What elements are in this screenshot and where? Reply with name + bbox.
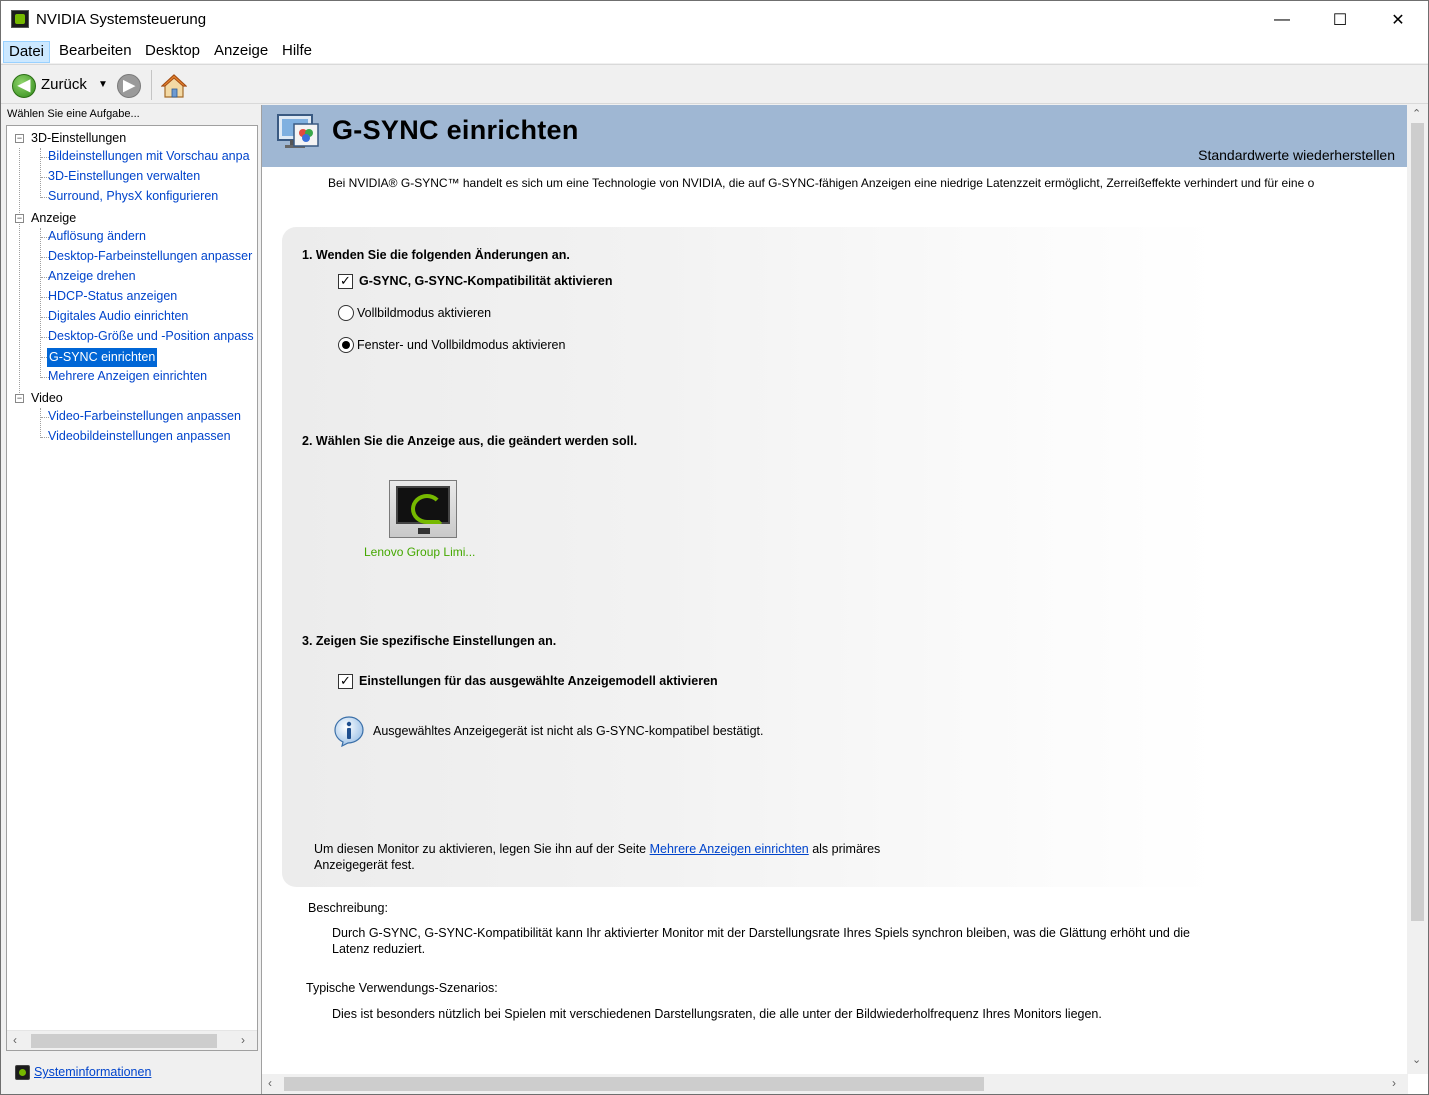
- step2-heading: 2. Wählen Sie die Anzeige aus, die geänd…: [302, 434, 638, 448]
- content-panel: G-SYNC einrichten Standardwerte wiederhe…: [261, 105, 1428, 1094]
- page-title: G-SYNC einrichten: [332, 115, 579, 145]
- collapse-icon[interactable]: −: [15, 214, 24, 223]
- fullscreen-radio-label[interactable]: Vollbildmodus aktivieren: [357, 306, 491, 320]
- collapse-icon[interactable]: −: [15, 394, 24, 403]
- scroll-right-icon[interactable]: ›: [1392, 1076, 1396, 1090]
- scrollbar-thumb[interactable]: [31, 1034, 217, 1048]
- scroll-down-icon[interactable]: ⌄: [1412, 1053, 1421, 1066]
- scroll-up-icon[interactable]: ⌃: [1412, 107, 1421, 120]
- step1-heading: 1. Wenden Sie die folgenden Änderungen a…: [302, 248, 570, 262]
- nvidia-monitor-icon: [396, 486, 450, 524]
- tree-item-digital-audio[interactable]: Digitales Audio einrichten: [48, 309, 188, 323]
- scroll-left-icon[interactable]: ‹: [13, 1033, 17, 1047]
- back-dropdown-icon[interactable]: ▼: [98, 79, 108, 90]
- description-body: Durch G-SYNC, G-SYNC-Kompatibilität kann…: [332, 926, 1191, 956]
- tree-item-desktop-color[interactable]: Desktop-Farbeinstellungen anpasser: [48, 249, 252, 263]
- windowed-fullscreen-radio-label[interactable]: Fenster- und Vollbildmodus aktivieren: [357, 338, 565, 352]
- menu-bar: Datei Bearbeiten Desktop Anzeige Hilfe: [1, 39, 1428, 63]
- menu-view[interactable]: Anzeige: [209, 41, 273, 63]
- toolbar: ◀ Zurück ▼ ▶: [1, 64, 1428, 104]
- task-tree: − 3D-Einstellungen Bildeinstellungen mit…: [6, 125, 258, 1051]
- home-icon[interactable]: [161, 73, 187, 99]
- scrollbar-thumb[interactable]: [284, 1077, 984, 1091]
- note-prefix: Um diesen Monitor zu aktivieren, legen S…: [314, 842, 650, 856]
- title-bar: NVIDIA Systemsteuerung — ☐ ✕: [1, 1, 1428, 39]
- nvidia-app-icon: [11, 10, 29, 28]
- close-button[interactable]: ✕: [1369, 1, 1427, 39]
- tree-category-video[interactable]: Video: [31, 391, 63, 405]
- usage-heading: Typische Verwendungs-Szenarios:: [306, 981, 498, 995]
- restore-defaults-link[interactable]: Standardwerte wiederherstellen: [1198, 147, 1395, 163]
- usage-body: Dies ist besonders nützlich bei Spielen …: [332, 1007, 1102, 1021]
- task-panel-label: Wählen Sie eine Aufgabe...: [7, 108, 140, 120]
- scrollbar-thumb[interactable]: [1411, 123, 1424, 921]
- toolbar-separator: [151, 70, 152, 100]
- multi-display-link[interactable]: Mehrere Anzeigen einrichten: [650, 842, 809, 856]
- tree-item-hdcp[interactable]: HDCP-Status anzeigen: [48, 289, 177, 303]
- system-info-link[interactable]: Systeminformationen: [34, 1065, 151, 1079]
- tree-item-video-image[interactable]: Videobildeinstellungen anpassen: [48, 429, 231, 443]
- tree-item-rotate[interactable]: Anzeige drehen: [48, 269, 136, 283]
- tree-item-image-preview[interactable]: Bildeinstellungen mit Vorschau anpa: [48, 149, 250, 163]
- tree-horizontal-scrollbar[interactable]: ‹ ›: [7, 1030, 257, 1050]
- tree-item-desktop-size[interactable]: Desktop-Größe und -Position anpass: [48, 329, 254, 343]
- menu-edit[interactable]: Bearbeiten: [54, 41, 137, 63]
- scroll-right-icon[interactable]: ›: [241, 1033, 245, 1047]
- tree-category-display[interactable]: Anzeige: [31, 211, 76, 225]
- menu-desktop[interactable]: Desktop: [140, 41, 205, 63]
- gsync-enable-label[interactable]: G-SYNC, G-SYNC-Kompatibilität aktivieren: [359, 274, 613, 288]
- tree-category-3d[interactable]: 3D-Einstellungen: [31, 131, 126, 145]
- app-window: NVIDIA Systemsteuerung — ☐ ✕ Datei Bearb…: [0, 0, 1429, 1095]
- window-title: NVIDIA Systemsteuerung: [36, 11, 207, 28]
- fullscreen-radio[interactable]: [338, 305, 354, 321]
- primary-display-note: Um diesen Monitor zu aktivieren, legen S…: [314, 841, 914, 873]
- forward-arrow-icon[interactable]: ▶: [117, 74, 141, 98]
- system-info-icon: [15, 1065, 30, 1080]
- back-arrow-icon[interactable]: ◀: [12, 74, 36, 98]
- display-name-label[interactable]: Lenovo Group Limi...: [364, 545, 475, 559]
- back-button[interactable]: Zurück: [41, 76, 87, 93]
- content-vertical-scrollbar[interactable]: ⌃ ⌄: [1407, 105, 1428, 1074]
- windowed-fullscreen-radio[interactable]: [338, 337, 354, 353]
- settings-box: 1. Wenden Sie die folgenden Änderungen a…: [282, 227, 1217, 887]
- maximize-button[interactable]: ☐: [1311, 1, 1369, 39]
- gsync-enable-checkbox[interactable]: ✓: [338, 274, 353, 289]
- tree-item-gsync[interactable]: G-SYNC einrichten: [47, 348, 158, 367]
- display-settings-icon: [277, 114, 319, 148]
- intro-text: Bei NVIDIA® G-SYNC™ handelt es sich um e…: [328, 176, 1315, 190]
- info-icon: [334, 716, 364, 747]
- tree-item-manage-3d[interactable]: 3D-Einstellungen verwalten: [48, 169, 200, 183]
- minimize-button[interactable]: —: [1253, 1, 1311, 39]
- description-heading: Beschreibung:: [308, 901, 388, 915]
- menu-file[interactable]: Datei: [3, 41, 51, 63]
- model-settings-label[interactable]: Einstellungen für das ausgewählte Anzeig…: [359, 674, 718, 688]
- model-settings-checkbox[interactable]: ✓: [338, 674, 353, 689]
- tree-item-video-color[interactable]: Video-Farbeinstellungen anpassen: [48, 409, 241, 423]
- scroll-left-icon[interactable]: ‹: [268, 1076, 272, 1090]
- compatibility-info-text: Ausgewähltes Anzeigegerät ist nicht als …: [373, 724, 764, 738]
- display-tile[interactable]: [389, 480, 457, 538]
- tree-item-multi-display[interactable]: Mehrere Anzeigen einrichten: [48, 369, 207, 383]
- page-banner: G-SYNC einrichten Standardwerte wiederhe…: [262, 105, 1407, 167]
- tree-item-surround-physx[interactable]: Surround, PhysX konfigurieren: [48, 189, 218, 203]
- menu-help[interactable]: Hilfe: [277, 41, 317, 63]
- collapse-icon[interactable]: −: [15, 134, 24, 143]
- content-horizontal-scrollbar[interactable]: ‹ ›: [262, 1074, 1408, 1094]
- step3-heading: 3. Zeigen Sie spezifische Einstellungen …: [302, 634, 557, 648]
- tree-item-resolution[interactable]: Auflösung ändern: [48, 229, 146, 243]
